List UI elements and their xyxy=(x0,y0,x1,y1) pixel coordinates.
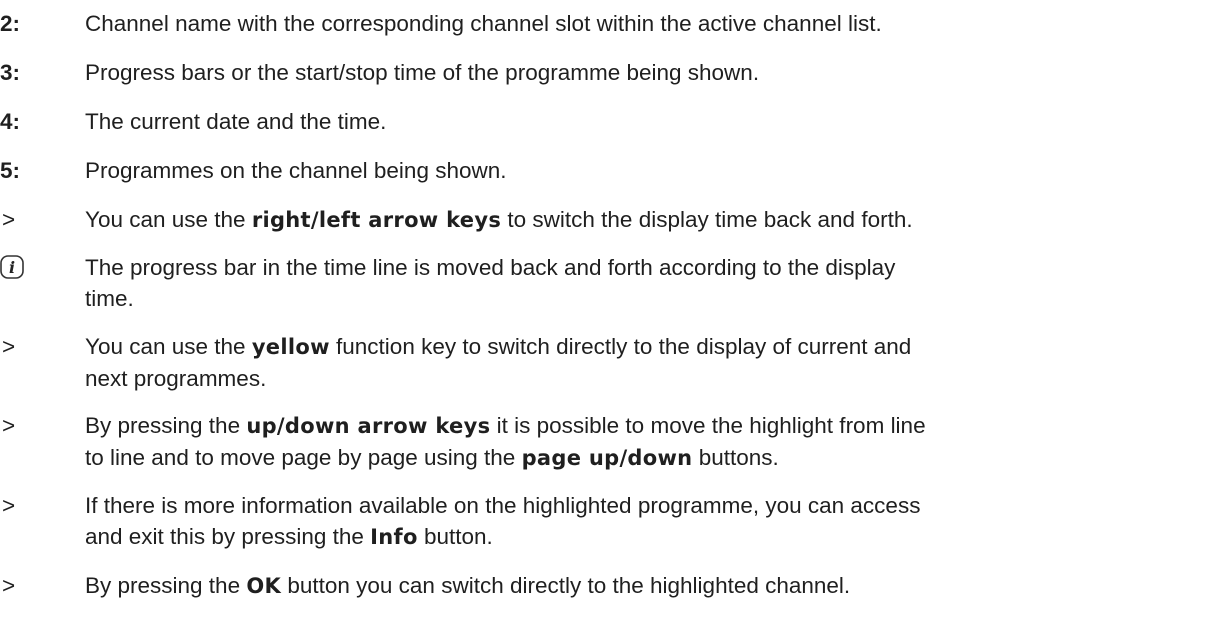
keyword: page up/down xyxy=(521,446,693,470)
instruction-text: You can use the yellow function key to s… xyxy=(85,334,912,391)
item-number: 5: xyxy=(0,158,21,183)
arrow-bullet: > xyxy=(2,207,16,232)
arrow-bullet: > xyxy=(2,573,16,598)
keyword: yellow xyxy=(251,335,330,359)
keyword: up/down arrow keys xyxy=(246,414,491,438)
item-text: The current date and the time. xyxy=(85,109,387,134)
item-number: 2: xyxy=(0,11,21,36)
item-text: Channel name with the corresponding chan… xyxy=(85,11,882,36)
svg-text:i: i xyxy=(9,258,15,277)
arrow-bullet: > xyxy=(2,413,16,438)
keyword: Info xyxy=(370,525,418,549)
keyword: right/left arrow keys xyxy=(251,208,502,232)
item-number: 4: xyxy=(0,109,21,134)
item-text: Programmes on the channel being shown. xyxy=(85,158,507,183)
info-icon: i xyxy=(0,255,24,279)
instruction-text: By pressing the up/down arrow keys it is… xyxy=(85,413,926,470)
item-text: Progress bars or the start/stop time of … xyxy=(85,60,760,85)
arrow-bullet: > xyxy=(2,493,16,518)
item-number: 3: xyxy=(0,60,21,85)
arrow-bullet: > xyxy=(2,334,16,359)
keyword: OK xyxy=(246,574,282,598)
info-text: The progress bar in the time line is mov… xyxy=(85,255,896,311)
instruction-text: By pressing the OK button you can switch… xyxy=(85,573,851,598)
instruction-text: If there is more information available o… xyxy=(85,493,921,549)
instruction-text: You can use the right/left arrow keys to… xyxy=(85,207,913,232)
